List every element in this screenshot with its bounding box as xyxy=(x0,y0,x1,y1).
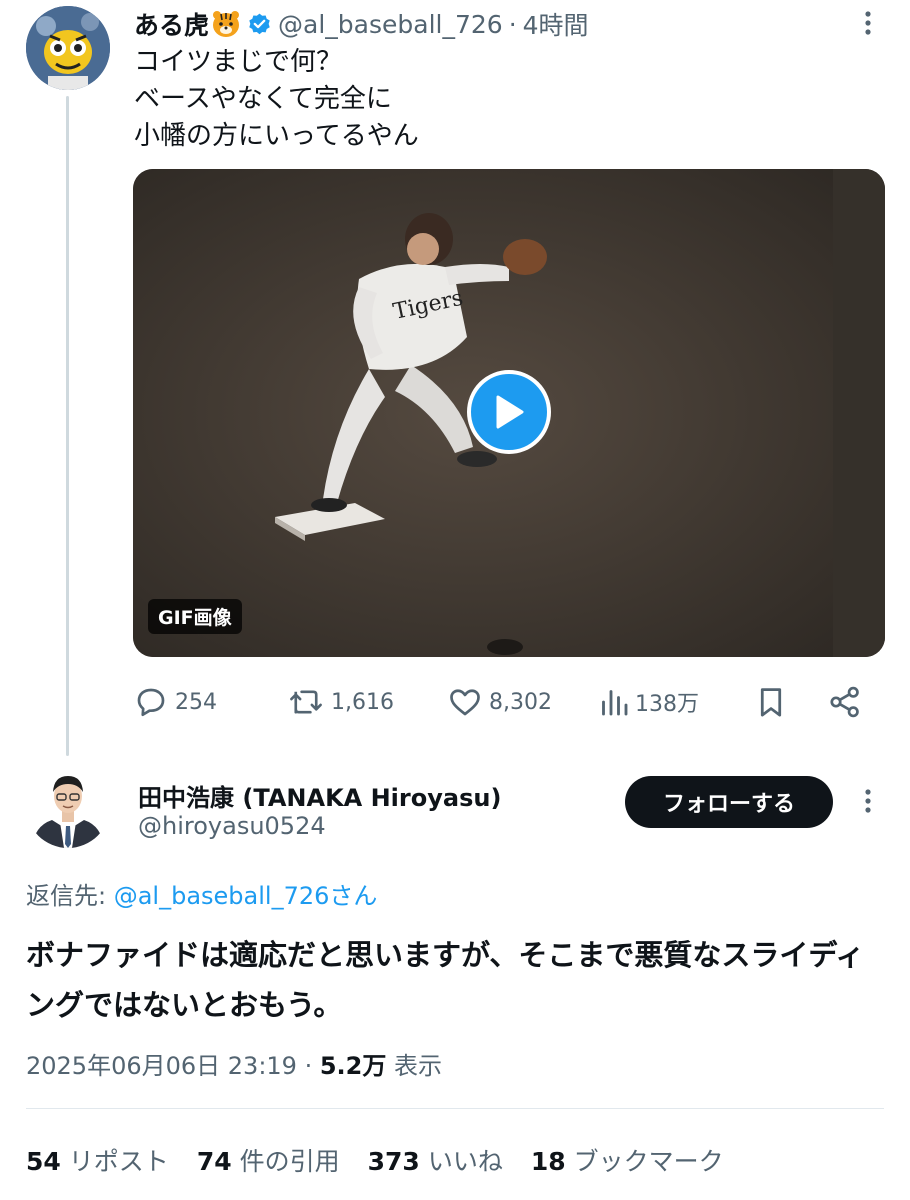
tweet-meta: 2025年06月06日 23:19 · 5.2万 表示 xyxy=(26,1046,442,1081)
gif-badge: GIF画像 xyxy=(148,599,242,634)
heart-icon xyxy=(450,689,480,716)
views-label: 表示 xyxy=(386,1052,442,1080)
more-options-icon[interactable] xyxy=(858,786,878,816)
analytics-icon xyxy=(602,690,628,716)
tweet-action-bar: 254 1,616 8,302 138万 xyxy=(133,680,885,724)
tweet-text: コイツまじで何？ ベースやなくて完全に 小幡の方にいってるやん xyxy=(134,47,419,151)
quotes-label: 件の引用 xyxy=(239,1147,340,1176)
likes-count: 373 xyxy=(367,1147,420,1176)
reply-button[interactable]: 254 xyxy=(133,680,217,724)
bookmark-icon xyxy=(760,688,782,717)
reply-suffix: さん xyxy=(329,882,378,910)
reply-prefix: 返信先: xyxy=(26,882,114,910)
bookmarks-label: ブックマーク xyxy=(573,1147,724,1176)
divider xyxy=(26,1108,884,1109)
repost-icon xyxy=(290,690,322,714)
views-button[interactable]: 138万 xyxy=(599,680,699,724)
bookmark-button[interactable] xyxy=(755,680,793,724)
like-count: 8,302 xyxy=(489,689,552,715)
share-icon xyxy=(830,686,859,718)
play-button[interactable] xyxy=(467,370,551,454)
reply-count: 254 xyxy=(175,689,217,715)
avatar[interactable] xyxy=(26,6,110,90)
more-options-icon[interactable] xyxy=(858,8,878,38)
handle[interactable]: @hiroyasu0524 xyxy=(138,812,326,840)
display-name[interactable]: ある虎 xyxy=(134,6,209,42)
reposts-stat[interactable]: 54 リポスト xyxy=(26,1142,169,1178)
media-gif[interactable]: Tigers GIF画像 xyxy=(133,169,885,657)
thread-line xyxy=(66,96,69,756)
tweet-header: ある虎 @al_baseball_726 · 4時間 xyxy=(134,6,589,42)
repost-count: 1,616 xyxy=(331,689,394,715)
likes-label: いいね xyxy=(427,1147,503,1176)
bookmarks-count: 18 xyxy=(530,1147,566,1176)
repost-button[interactable]: 1,616 xyxy=(287,680,394,724)
follow-button[interactable]: フォローする xyxy=(625,776,833,828)
view-count: 138万 xyxy=(635,692,699,717)
reposts-label: リポスト xyxy=(68,1147,169,1176)
engagement-stats: 54 リポスト 74 件の引用 373 いいね 18 ブックマーク xyxy=(26,1142,752,1178)
bookmarks-stat[interactable]: 18 ブックマーク xyxy=(531,1142,724,1178)
avatar[interactable] xyxy=(26,764,110,848)
verified-badge-icon xyxy=(249,13,270,34)
play-icon xyxy=(496,395,524,429)
display-name[interactable]: 田中浩康 (TANAKA Hiroyasu) xyxy=(138,778,501,813)
reply-icon xyxy=(137,688,165,717)
timestamp[interactable]: 4時間 xyxy=(523,6,589,42)
reply-mention-link[interactable]: @al_baseball_726 xyxy=(114,882,330,910)
separator-dot: · xyxy=(508,9,517,39)
handle[interactable]: @al_baseball_726 xyxy=(278,10,503,39)
quotes-count: 74 xyxy=(196,1147,232,1176)
timestamp[interactable]: 2025年06月06日 23:19 xyxy=(26,1052,297,1080)
quotes-stat[interactable]: 74 件の引用 xyxy=(197,1142,340,1178)
share-button[interactable] xyxy=(827,680,869,724)
likes-stat[interactable]: 373 いいね xyxy=(368,1142,503,1178)
view-count: 5.2万 xyxy=(319,1052,387,1080)
reply-context: 返信先: @al_baseball_726さん xyxy=(26,876,377,911)
like-button[interactable]: 8,302 xyxy=(447,680,552,724)
tweet-text: ボナファイドは適応だと思いますが、そこまで悪質なスライディングではないとおもう。 xyxy=(26,938,865,1022)
meta-separator: · xyxy=(296,1052,320,1080)
tiger-emoji-icon xyxy=(213,11,240,37)
reposts-count: 54 xyxy=(26,1147,61,1176)
